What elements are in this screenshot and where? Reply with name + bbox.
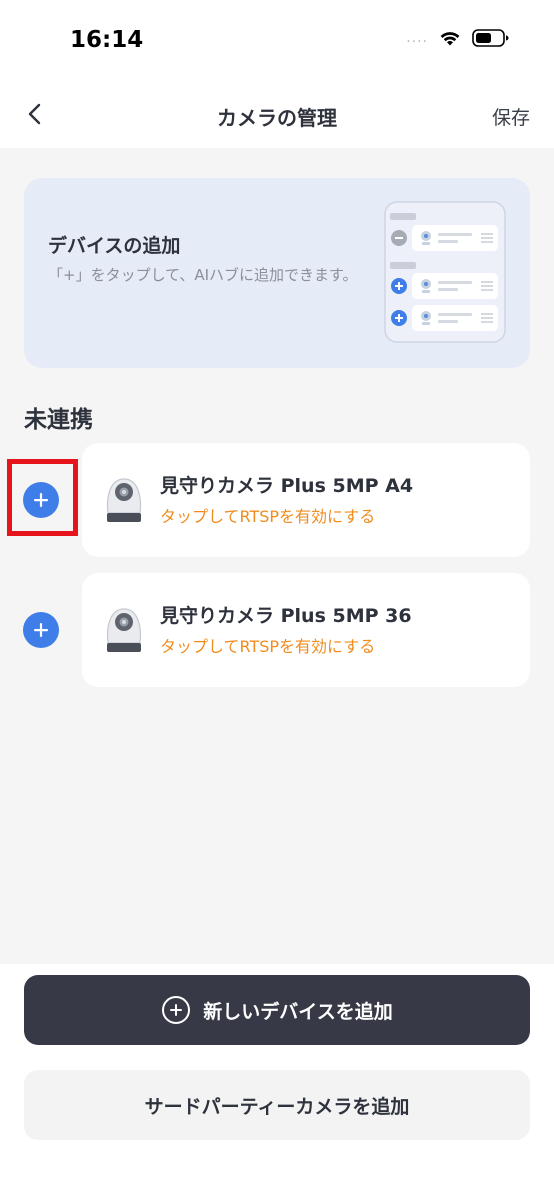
page-title: カメラの管理	[217, 106, 337, 130]
bottom-action-area: 新しいデバイスを追加 サードパーティーカメラを追加	[0, 964, 554, 1200]
add-device-button-2[interactable]	[23, 612, 59, 648]
add-new-device-button[interactable]: 新しいデバイスを追加	[24, 975, 530, 1045]
status-time: 16:14	[70, 27, 144, 53]
wifi-icon	[440, 32, 460, 46]
device-card-1[interactable]: 見守りカメラ Plus 5MP A4 タップしてRTSPを有効にする	[82, 443, 530, 557]
enable-rtsp-link[interactable]: タップしてRTSPを有効にする	[160, 633, 375, 657]
add-device-banner: デバイスの追加 「+」をタップして、AIハブに追加できます。	[24, 178, 530, 368]
signal-icon: ....	[406, 30, 428, 46]
add-new-device-label: 新しいデバイスを追加	[203, 1000, 393, 1023]
camera-icon	[106, 478, 142, 522]
save-button[interactable]: 保存	[492, 103, 530, 130]
enable-rtsp-link[interactable]: タップしてRTSPを有効にする	[160, 503, 375, 527]
section-title-unlinked: 未連携	[24, 407, 93, 433]
device-name: 見守りカメラ Plus 5MP A4	[160, 475, 414, 497]
device-list-illustration	[384, 201, 506, 343]
banner-title: デバイスの追加	[48, 235, 181, 257]
add-third-party-camera-label: サードパーティーカメラを追加	[144, 1095, 410, 1118]
add-third-party-camera-button[interactable]: サードパーティーカメラを追加	[24, 1070, 530, 1140]
battery-icon	[472, 29, 509, 47]
status-icons: ....	[406, 28, 510, 48]
highlight-box	[7, 459, 78, 536]
nav-bar: カメラの管理 保存	[0, 80, 554, 148]
device-name: 見守りカメラ Plus 5MP 36	[160, 605, 412, 627]
camera-icon	[106, 608, 142, 652]
plus-icon	[34, 623, 48, 637]
status-bar: 16:14 ....	[0, 0, 554, 80]
device-card-2[interactable]: 見守りカメラ Plus 5MP 36 タップしてRTSPを有効にする	[82, 573, 530, 687]
plus-circle-icon	[162, 996, 191, 1024]
banner-description: 「+」をタップして、AIハブに追加できます。	[48, 266, 358, 284]
